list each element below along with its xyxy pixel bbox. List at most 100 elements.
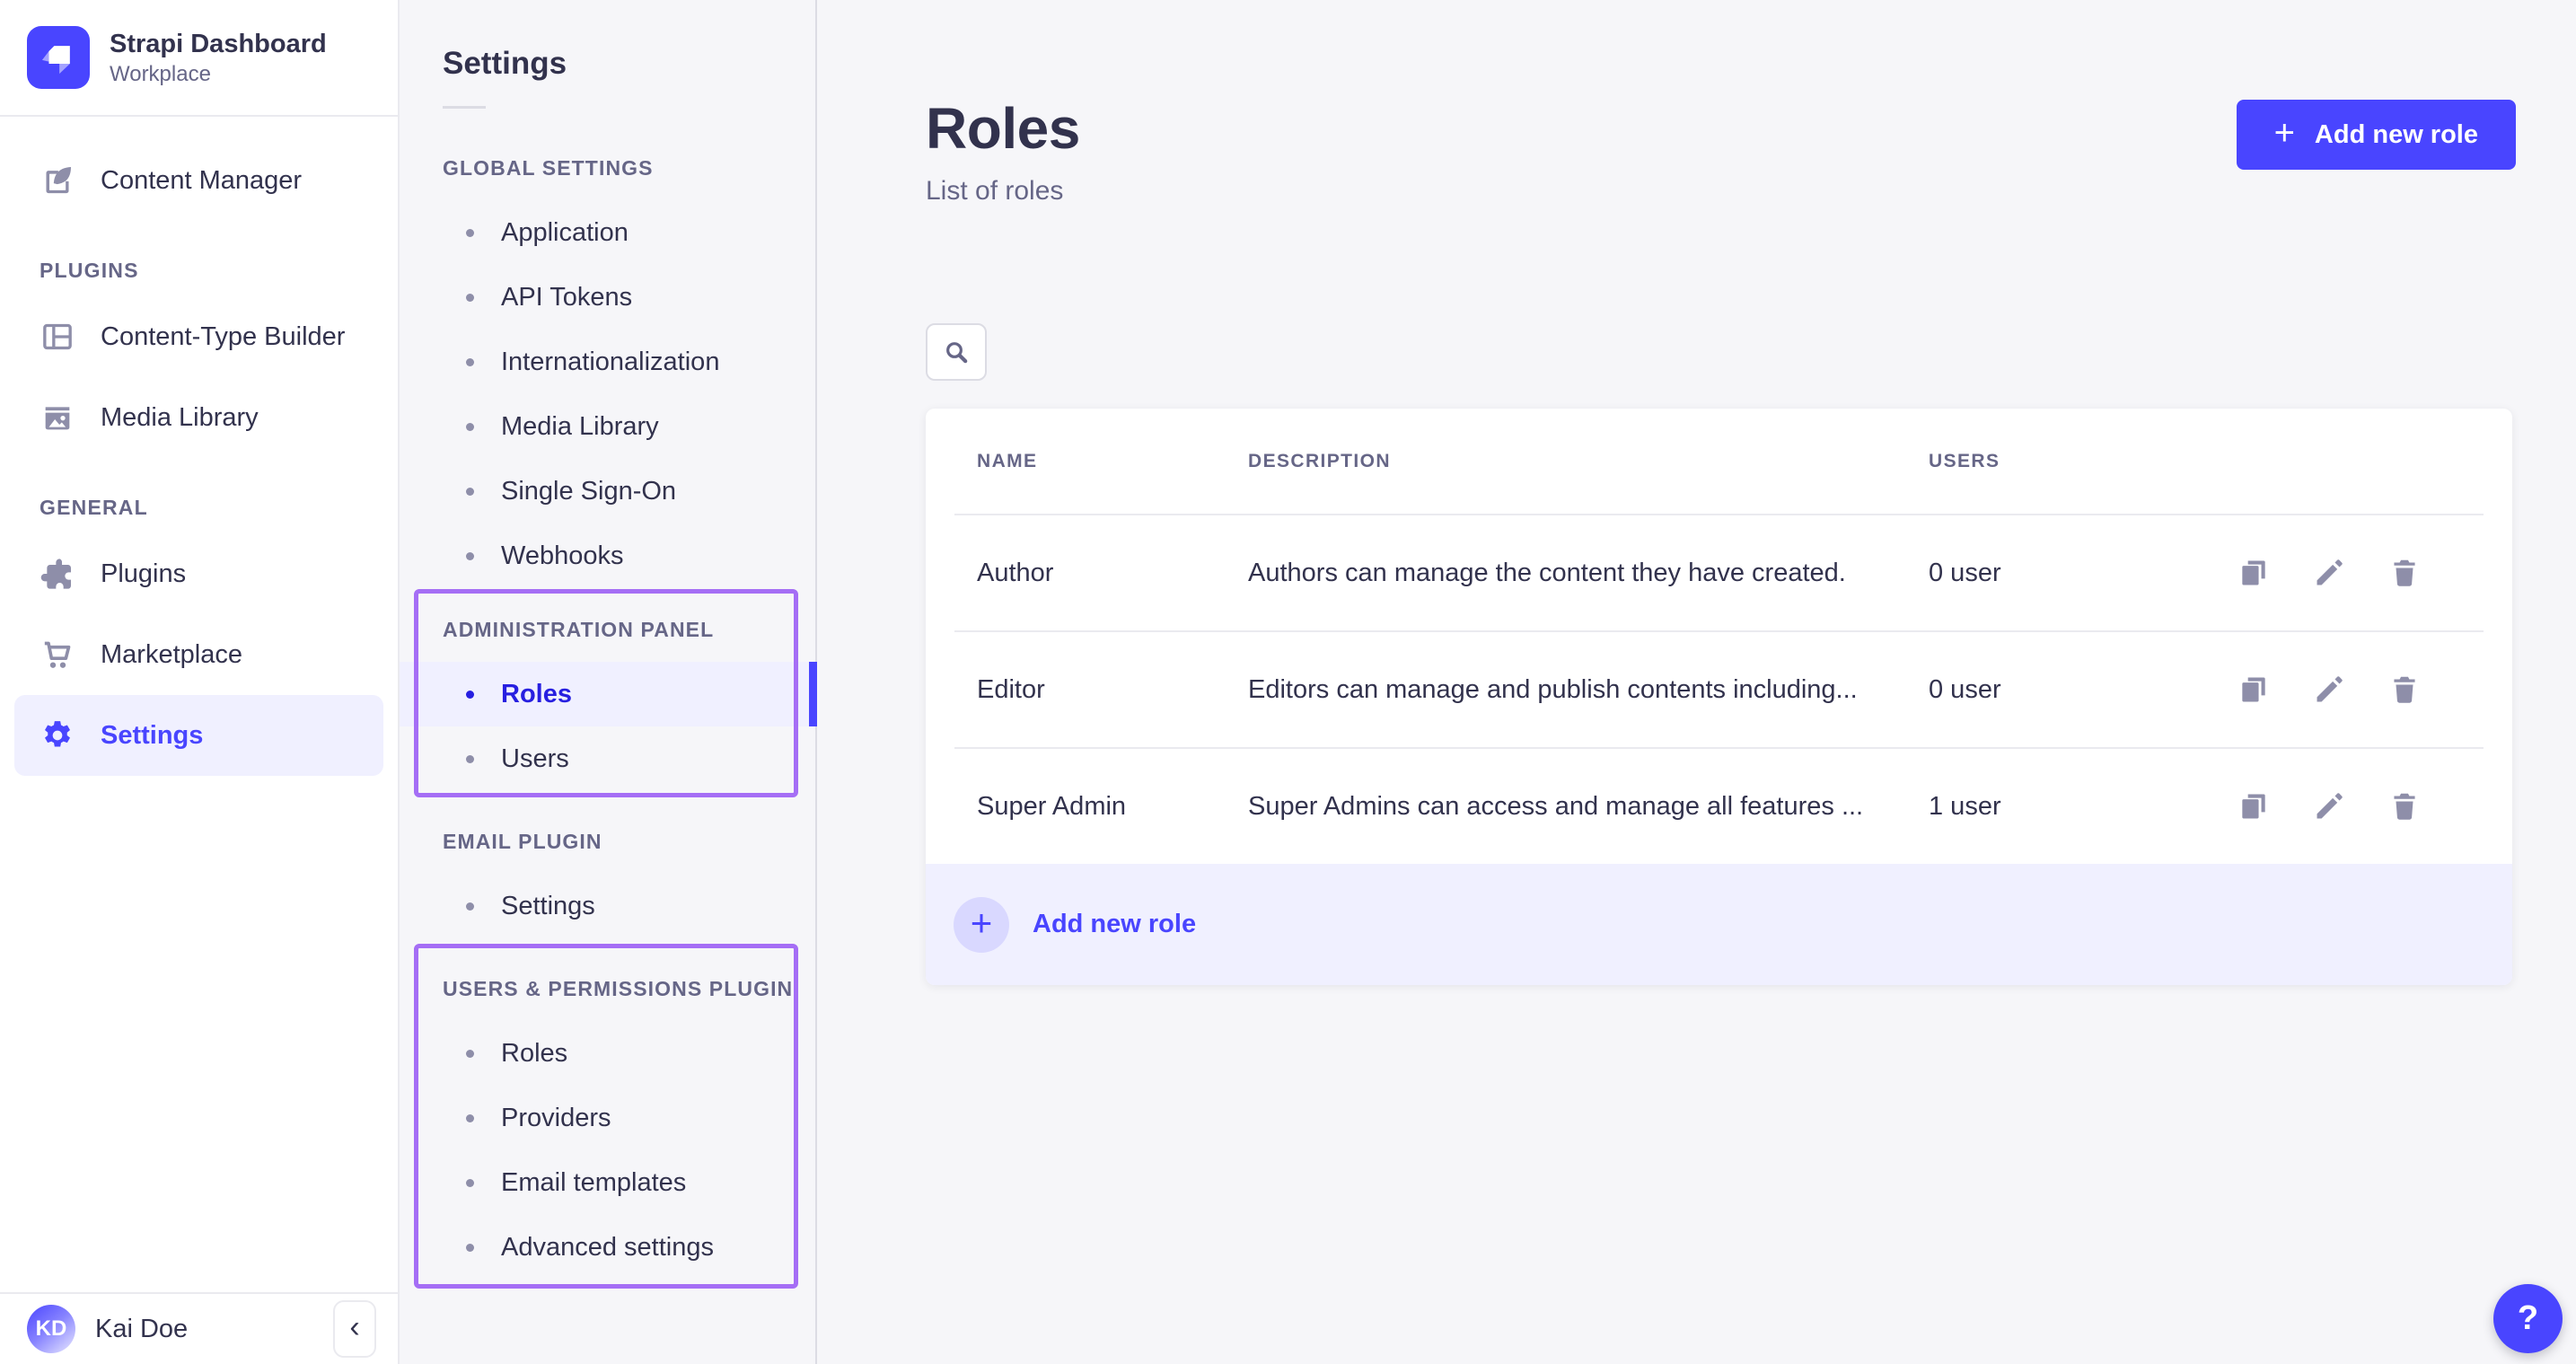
sidebar-nav: Content Manager PLUGINS Content-Type Bui… [0, 117, 398, 1292]
bullet-icon [466, 691, 474, 699]
subnav-item-label: Roles [501, 1039, 567, 1069]
subnav-item-up-roles[interactable]: Roles [400, 1021, 815, 1086]
table-row-editor[interactable]: Editor Editors can manage and publish co… [926, 632, 2512, 747]
duplicate-role-button[interactable] [2234, 787, 2273, 826]
column-header-users: USERS [1929, 451, 2424, 472]
subnav-item-label: Webhooks [501, 541, 624, 571]
main-sidebar: Strapi Dashboard Workplace Content Manag… [0, 0, 400, 1364]
subnav-item-admin-roles[interactable]: Roles [400, 662, 815, 726]
table-row-author[interactable]: Author Authors can manage the content th… [926, 515, 2512, 630]
search-icon [942, 338, 971, 366]
strapi-logo-icon [27, 26, 90, 89]
subnav-item-media-library[interactable]: Media Library [400, 394, 815, 459]
workspace-name: Workplace [110, 62, 327, 87]
subnav-section-users-permissions-plugin: USERS & PERMISSIONS PLUGIN [400, 956, 815, 1021]
edit-role-button[interactable] [2309, 670, 2349, 709]
edit-role-button[interactable] [2309, 553, 2349, 593]
row-actions [2234, 670, 2424, 709]
role-users-count: 0 user [1929, 559, 2234, 588]
duplicate-role-button[interactable] [2234, 553, 2273, 593]
row-actions [2234, 553, 2424, 593]
edit-pencil-icon [2312, 789, 2346, 823]
sidebar-item-settings[interactable]: Settings [14, 695, 383, 776]
role-name: Author [977, 559, 1248, 588]
edit-role-button[interactable] [2309, 787, 2349, 826]
bullet-icon [466, 755, 474, 763]
app-window: Strapi Dashboard Workplace Content Manag… [0, 0, 2576, 1364]
help-button[interactable]: ? [2493, 1284, 2563, 1353]
role-name: Super Admin [977, 792, 1248, 822]
sidebar-item-label: Plugins [101, 559, 186, 589]
duplicate-icon [2237, 789, 2271, 823]
main-content: Roles List of roles + Add new role NAME … [817, 0, 2576, 1364]
bullet-icon [466, 902, 474, 911]
subnav-item-application[interactable]: Application [400, 200, 815, 265]
add-new-role-row-label: Add new role [1033, 910, 1196, 939]
subnav-item-label: Providers [501, 1104, 611, 1133]
bullet-icon [466, 1114, 474, 1122]
bullet-icon [466, 1179, 474, 1187]
subnav-item-label: Roles [501, 680, 572, 709]
add-new-role-label: Add new role [2315, 120, 2478, 150]
table-row-super-admin[interactable]: Super Admin Super Admins can access and … [926, 749, 2512, 864]
subnav-section-global-settings: GLOBAL SETTINGS [400, 136, 815, 200]
trash-icon [2387, 556, 2422, 590]
subnav-item-up-advanced-settings[interactable]: Advanced settings [400, 1215, 815, 1280]
plus-circle-icon: + [954, 897, 1009, 953]
brand-text: Strapi Dashboard Workplace [110, 28, 327, 87]
active-indicator [809, 662, 817, 726]
settings-gear-icon [40, 717, 75, 753]
sidebar-item-plugins[interactable]: Plugins [14, 533, 383, 614]
search-button[interactable] [926, 323, 987, 381]
table-header-row: NAME DESCRIPTION USERS [926, 409, 2512, 514]
add-new-role-button[interactable]: + Add new role [2237, 100, 2516, 170]
subnav-item-up-providers[interactable]: Providers [400, 1086, 815, 1150]
role-users-count: 1 user [1929, 792, 2234, 822]
subnav-item-label: Advanced settings [501, 1233, 714, 1263]
sidebar-item-media-library[interactable]: Media Library [14, 377, 383, 458]
settings-subnav: Settings GLOBAL SETTINGS Application API… [400, 0, 817, 1364]
subnav-item-single-sign-on[interactable]: Single Sign-On [400, 459, 815, 524]
subnav-section-email-plugin: EMAIL PLUGIN [400, 809, 815, 874]
subnav-item-webhooks[interactable]: Webhooks [400, 524, 815, 588]
delete-role-button[interactable] [2385, 553, 2424, 593]
subnav-title: Settings [400, 0, 815, 84]
trash-icon [2387, 673, 2422, 707]
subnav-item-email-settings[interactable]: Settings [400, 874, 815, 938]
role-description: Editors can manage and publish contents … [1248, 675, 1929, 705]
user-name: Kai Doe [95, 1315, 188, 1344]
subnav-divider [443, 106, 486, 109]
page-subtitle: List of roles [926, 176, 2576, 207]
subnav-item-admin-users[interactable]: Users [400, 726, 815, 791]
user-avatar[interactable]: KD [27, 1305, 75, 1353]
subnav-item-up-email-templates[interactable]: Email templates [400, 1150, 815, 1215]
sidebar-item-content-type-builder[interactable]: Content-Type Builder [14, 296, 383, 377]
sidebar-item-label: Content Manager [101, 166, 302, 196]
subnav-item-label: Settings [501, 892, 595, 921]
subnav-item-api-tokens[interactable]: API Tokens [400, 265, 815, 330]
edit-pencil-icon [2312, 673, 2346, 707]
sidebar-item-content-manager[interactable]: Content Manager [14, 140, 383, 221]
collapse-sidebar-button[interactable]: ‹ [333, 1300, 376, 1358]
role-users-count: 0 user [1929, 675, 2234, 705]
bullet-icon [466, 1050, 474, 1058]
subnav-item-internationalization[interactable]: Internationalization [400, 330, 815, 394]
table-add-new-role-row[interactable]: + Add new role [926, 864, 2512, 985]
duplicate-role-button[interactable] [2234, 670, 2273, 709]
bullet-icon [466, 229, 474, 237]
sidebar-item-marketplace[interactable]: Marketplace [14, 614, 383, 695]
duplicate-icon [2237, 556, 2271, 590]
sidebar-section-general: GENERAL [40, 481, 398, 533]
row-actions [2234, 787, 2424, 826]
delete-role-button[interactable] [2385, 670, 2424, 709]
subnav-item-label: Application [501, 218, 629, 248]
plugins-icon [40, 556, 75, 592]
subnav-item-label: Single Sign-On [501, 477, 676, 506]
delete-role-button[interactable] [2385, 787, 2424, 826]
content-manager-icon [40, 163, 75, 198]
subnav-item-label: Users [501, 744, 569, 774]
sidebar-item-label: Content-Type Builder [101, 322, 345, 352]
bullet-icon [466, 1244, 474, 1252]
subnav-item-label: Internationalization [501, 348, 719, 377]
edit-pencil-icon [2312, 556, 2346, 590]
